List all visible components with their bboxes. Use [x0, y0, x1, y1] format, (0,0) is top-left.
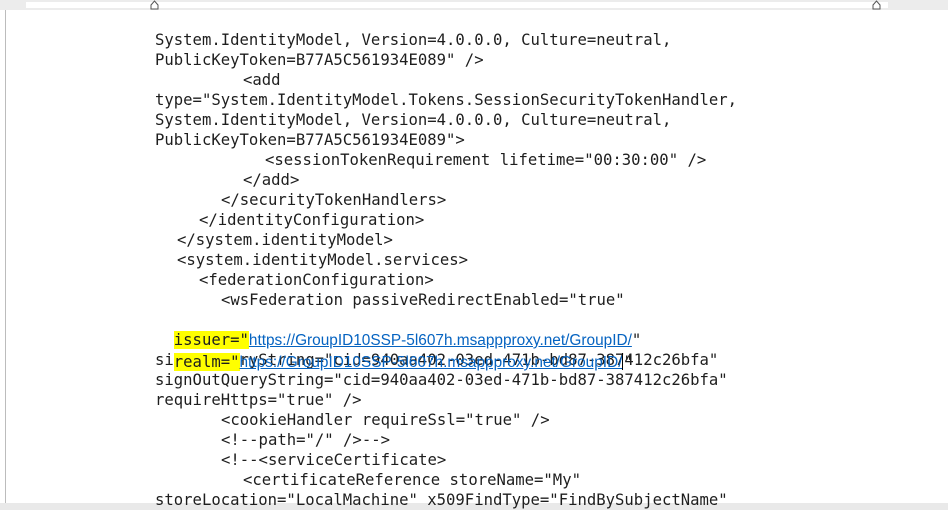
code-line: storeLocation="LocalMachine" x509FindTyp… — [155, 491, 728, 509]
code-line: <cookieHandler requireSsl="true" /> — [221, 411, 550, 429]
page-margin-edge — [5, 10, 6, 503]
right-indent-marker-icon[interactable] — [872, 0, 881, 10]
code-line: <add — [243, 71, 281, 89]
code-line: <federationConfiguration> — [199, 271, 434, 289]
realm-closing-quote: " — [623, 353, 633, 371]
code-line: type="System.IdentityModel.Tokens.Sessio… — [155, 91, 738, 109]
code-line: System.IdentityModel, Version=4.0.0.0, C… — [155, 111, 672, 129]
code-line: <certificateReference storeName="My" — [243, 471, 581, 489]
ruler-end — [932, 0, 948, 10]
code-line: signOutQueryString="cid=940aa402-03ed-47… — [155, 371, 728, 389]
code-line: <!--<serviceCertificate> — [221, 451, 447, 469]
realm-attribute-highlighted: realm=" — [173, 353, 240, 371]
code-line: PublicKeyToken=B77A5C561934E089"> — [155, 131, 465, 149]
realm-url-link[interactable]: https://GroupID10SSP-5l607h.msappproxy.n… — [240, 354, 623, 371]
left-indent-marker-icon[interactable] — [150, 0, 159, 10]
code-line: </add> — [243, 171, 300, 189]
issuer-closing-quote: " — [631, 331, 642, 349]
code-line: </identityConfiguration> — [199, 211, 425, 229]
code-line: </system.identityModel> — [177, 231, 393, 249]
code-line: <wsFederation passiveRedirectEnabled="tr… — [221, 291, 625, 309]
code-line: </securityTokenHandlers> — [221, 191, 447, 209]
code-line: <system.identityModel.services> — [177, 251, 469, 269]
code-line: <sessionTokenRequirement lifetime="00:30… — [265, 151, 707, 169]
code-line: <!--path="/" />--> — [221, 431, 390, 449]
code-line: requireHttps="true" /> — [155, 391, 362, 409]
code-line: System.IdentityModel, Version=4.0.0.0, C… — [155, 31, 672, 49]
issuer-line[interactable]: issuer="https://GroupID10SSP-5l607h.msap… — [155, 310, 641, 349]
code-line: PublicKeyToken=B77A5C561934E089" /> — [155, 51, 484, 69]
realm-line[interactable]: realm="https://GroupID10SSP-5l607h.msapp… — [155, 332, 633, 371]
